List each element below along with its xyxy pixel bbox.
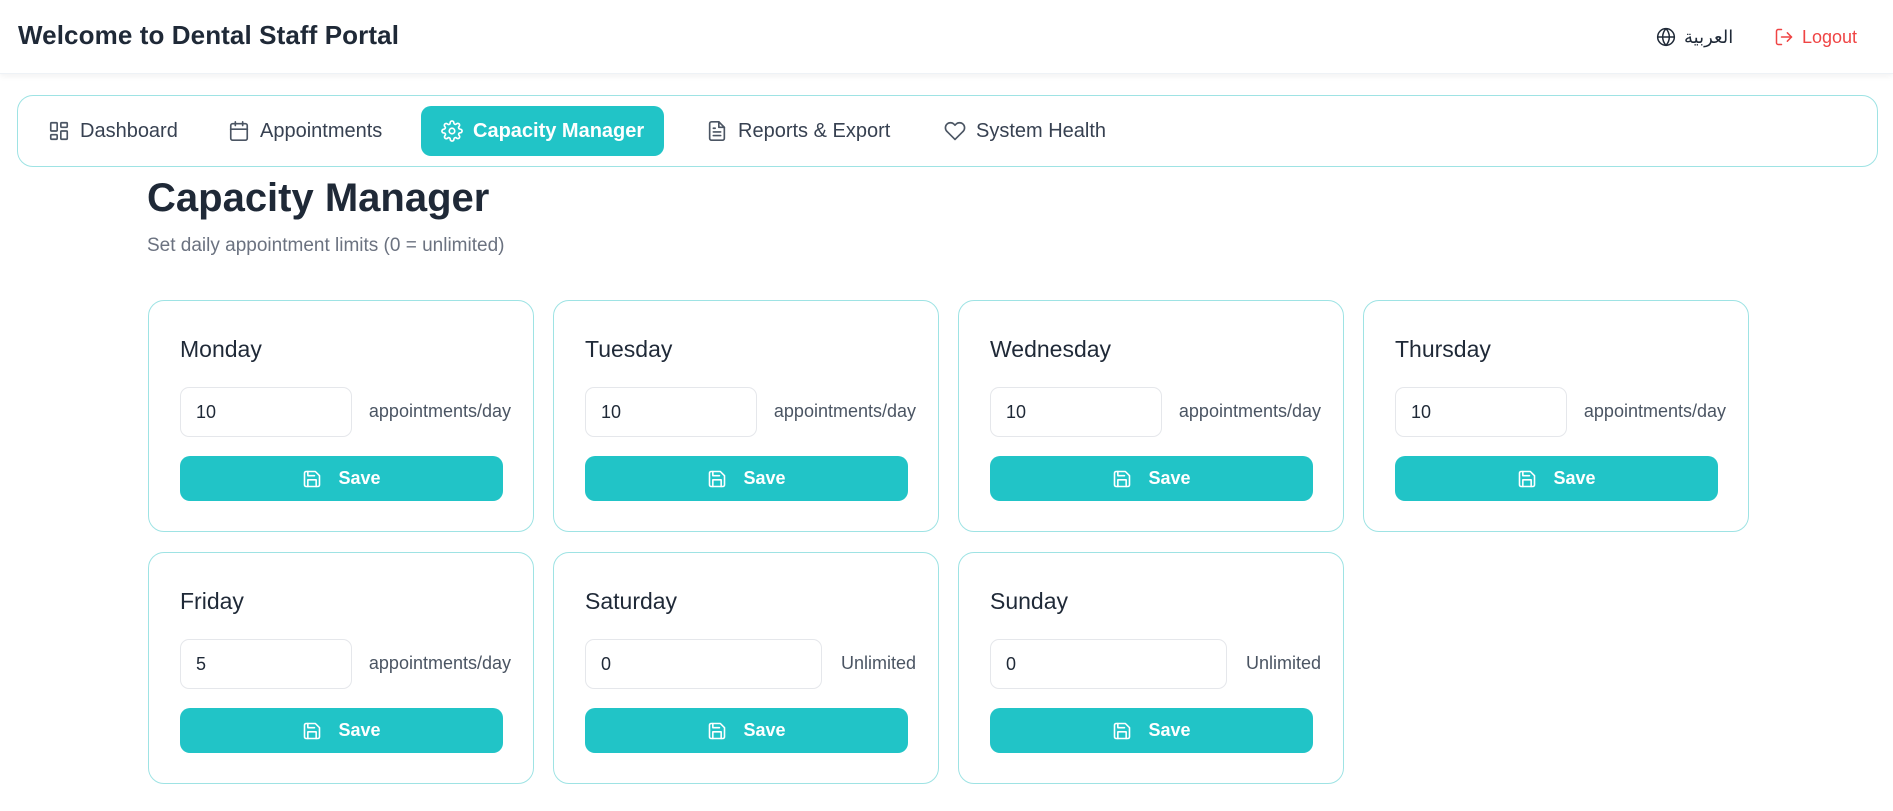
day-label: Thursday [1395, 336, 1491, 362]
dashboard-grid-icon [48, 120, 70, 142]
tab-appointments[interactable]: Appointments [208, 106, 402, 156]
save-icon [1517, 469, 1537, 489]
capacity-card-saturday: Saturday Unlimited Save [553, 552, 939, 784]
save-button[interactable]: Save [1395, 456, 1718, 501]
save-label: Save [743, 468, 786, 488]
capacity-input[interactable] [180, 639, 352, 689]
unit-label: appointments/day [773, 401, 916, 421]
save-label: Save [338, 720, 381, 740]
day-label: Friday [180, 588, 244, 614]
heart-icon [944, 120, 966, 142]
unit-label: Unlimited [1245, 653, 1321, 673]
save-icon [1112, 469, 1132, 489]
save-label: Save [743, 720, 786, 740]
capacity-input[interactable] [990, 387, 1162, 437]
capacity-card-sunday: Sunday Unlimited Save [958, 552, 1344, 784]
save-button[interactable]: Save [990, 456, 1313, 501]
save-icon [707, 469, 727, 489]
capacity-input[interactable] [990, 639, 1227, 689]
gear-icon [441, 120, 463, 142]
day-label: Wednesday [990, 336, 1112, 362]
unit-label: appointments/day [368, 653, 511, 673]
capacity-card-thursday: Thursday appointments/day Save [1363, 300, 1749, 532]
save-icon [707, 721, 727, 741]
language-switch-button[interactable]: العربية [1656, 24, 1733, 50]
calendar-icon [228, 120, 250, 142]
day-label: Tuesday [585, 336, 673, 362]
logout-button[interactable]: Logout [1774, 24, 1857, 50]
tab-system-health-label: System Health [976, 119, 1107, 142]
save-label: Save [1148, 468, 1191, 488]
page-subtitle: Set daily appointment limits (0 = unlimi… [147, 235, 505, 256]
save-icon [302, 469, 322, 489]
save-button[interactable]: Save [180, 456, 503, 501]
capacity-card-friday: Friday appointments/day Save [148, 552, 534, 784]
unit-label: appointments/day [1178, 401, 1321, 421]
language-label: العربية [1684, 26, 1734, 47]
save-label: Save [1148, 720, 1191, 740]
tab-reports-export[interactable]: Reports & Export [686, 106, 910, 156]
tab-reports-export-label: Reports & Export [738, 119, 891, 142]
save-label: Save [338, 468, 381, 488]
save-icon [1112, 721, 1132, 741]
capacity-card-tuesday: Tuesday appointments/day Save [553, 300, 939, 532]
save-button[interactable]: Save [180, 708, 503, 753]
tab-appointments-label: Appointments [260, 119, 383, 142]
document-icon [706, 120, 728, 142]
day-label: Sunday [990, 588, 1069, 614]
save-label: Save [1553, 468, 1596, 488]
tab-dashboard-label: Dashboard [80, 119, 178, 142]
capacity-card-wednesday: Wednesday appointments/day Save [958, 300, 1344, 532]
tab-capacity-manager-label: Capacity Manager [473, 119, 645, 142]
tab-capacity-manager[interactable]: Capacity Manager [421, 106, 665, 156]
save-icon [302, 721, 322, 741]
unit-label: appointments/day [368, 401, 511, 421]
capacity-card-monday: Monday appointments/day Save [148, 300, 534, 532]
day-label: Monday [180, 336, 262, 362]
unit-label: appointments/day [1583, 401, 1726, 421]
capacity-input[interactable] [585, 639, 822, 689]
capacity-input[interactable] [585, 387, 757, 437]
top-header: Welcome to Dental Staff Portal العربية L… [0, 0, 1893, 74]
capacity-input[interactable] [180, 387, 352, 437]
save-button[interactable]: Save [585, 708, 908, 753]
portal-title: Welcome to Dental Staff Portal [18, 20, 400, 50]
tab-system-health[interactable]: System Health [924, 106, 1126, 156]
logout-icon [1774, 27, 1794, 47]
logout-label: Logout [1802, 26, 1858, 47]
tab-dashboard[interactable]: Dashboard [28, 106, 198, 156]
day-label: Saturday [585, 588, 678, 614]
unit-label: Unlimited [840, 653, 916, 673]
main-nav: Dashboard Appointments Capacity Manager [17, 95, 1878, 167]
capacity-input[interactable] [1395, 387, 1567, 437]
globe-icon [1656, 27, 1676, 47]
page-title: Capacity Manager [147, 176, 490, 220]
save-button[interactable]: Save [585, 456, 908, 501]
save-button[interactable]: Save [990, 708, 1313, 753]
